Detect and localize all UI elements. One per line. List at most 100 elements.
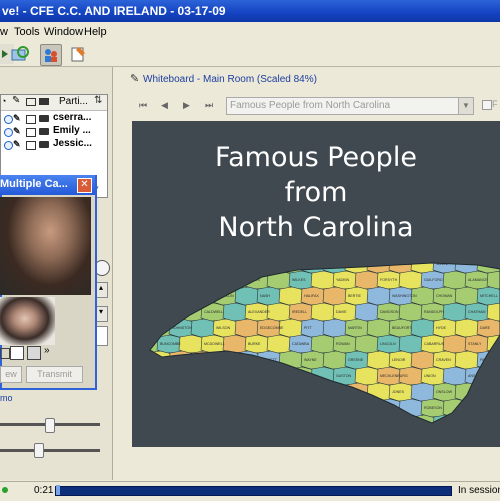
follow-checkbox[interactable] <box>482 100 492 110</box>
county-shape <box>366 286 393 306</box>
chevron-down-icon[interactable]: » <box>44 345 50 356</box>
county-label: CUMBERLAND <box>260 390 286 394</box>
mic-slider-track[interactable] <box>0 449 100 452</box>
pen-icon: ✎ <box>13 126 21 136</box>
county-shape <box>486 366 500 386</box>
county-shape <box>190 286 217 306</box>
playback-slider-thumb[interactable] <box>56 485 60 495</box>
county-shape <box>150 414 151 423</box>
county-shape <box>486 302 500 322</box>
participant-list-header: ◔ ✎ Parti... ⇅ <box>1 95 107 111</box>
county-shape <box>322 350 349 370</box>
county-shape <box>354 334 381 354</box>
county-shape <box>266 366 293 386</box>
mic-slider-thumb[interactable] <box>34 443 44 458</box>
county-shape <box>354 302 381 322</box>
county-label: MECKLENBURG <box>380 374 408 378</box>
county-label: ROWAN <box>336 342 350 346</box>
county-shape <box>266 398 293 418</box>
previous-page-icon[interactable]: ◀ <box>161 100 168 111</box>
county-shape <box>310 270 337 290</box>
share-screen-button[interactable] <box>40 44 62 66</box>
county-label: CABARRUS <box>424 342 445 346</box>
refresh-button[interactable] <box>10 44 30 64</box>
county-label: CARTERET <box>480 390 500 394</box>
county-shape <box>150 334 161 354</box>
camera-column-icon <box>39 98 49 105</box>
county-shape <box>300 263 327 274</box>
county-shape <box>322 263 349 274</box>
video-controls: » <box>0 345 91 361</box>
page-select[interactable]: Famous People from North Carolina ▼ <box>226 97 474 115</box>
video-window-title-bar[interactable]: Multiple Ca... ✕ <box>0 175 95 195</box>
follow-label-fragment: F <box>492 99 498 109</box>
participant-row[interactable]: ✎ Emily ... <box>1 125 91 138</box>
window-title: ve! - CFE C.C. AND IRELAND - 03-17-09 <box>2 4 226 18</box>
participant-name: Emily ... <box>53 125 91 136</box>
notepad-icon <box>71 47 85 62</box>
county-label: WAKE <box>132 326 139 330</box>
playback-progress-bar[interactable] <box>55 485 452 496</box>
participant-row[interactable]: ✎ cserra... <box>1 112 91 125</box>
close-icon[interactable]: ✕ <box>77 178 92 193</box>
county-shape <box>156 398 183 418</box>
next-page-icon[interactable]: ▶ <box>183 100 190 111</box>
self-video-feed <box>0 297 55 345</box>
county-shape <box>310 334 337 354</box>
last-page-icon[interactable]: ⏭ <box>205 100 213 111</box>
participant-row[interactable]: ✎ Jessic... <box>1 138 92 151</box>
menu-tools[interactable]: Tools <box>14 26 40 38</box>
edit-icon[interactable] <box>10 346 24 360</box>
county-label: FORSYTH <box>380 278 398 282</box>
county-shape <box>454 350 481 370</box>
preview-button[interactable]: ew <box>0 366 22 383</box>
county-label: RUTHERFORD <box>248 374 274 378</box>
county-shape <box>322 318 349 338</box>
county-shape <box>200 366 227 386</box>
county-shape <box>322 286 349 306</box>
county-shape <box>234 286 261 306</box>
county-shape <box>212 382 239 402</box>
county-shape <box>156 302 183 322</box>
county-label: CHATHAM <box>468 310 486 314</box>
transmit-button[interactable]: Transmit <box>26 366 83 383</box>
snapshot-icon[interactable] <box>27 346 41 360</box>
volume-slider-thumb[interactable] <box>45 418 55 433</box>
menu-view[interactable]: w <box>0 26 8 38</box>
county-label: ORANGE <box>132 294 144 298</box>
first-page-icon[interactable]: ⏮ <box>139 100 147 111</box>
county-label: CASWELL <box>304 262 321 266</box>
county-shape <box>354 398 381 418</box>
notes-button[interactable] <box>68 44 88 64</box>
status-icon <box>4 141 13 150</box>
menu-help[interactable]: Help <box>84 26 107 38</box>
settings-icon[interactable] <box>0 348 10 359</box>
video-window-title: Multiple Ca... <box>0 178 68 190</box>
county-shape <box>366 350 393 370</box>
county-shape <box>322 414 349 423</box>
county-label: COLUMBUS <box>172 422 193 425</box>
county-shape <box>256 382 283 402</box>
county-shape <box>464 398 491 418</box>
participants-column-header[interactable]: Parti... <box>59 96 88 107</box>
menu-window[interactable]: Window <box>44 26 83 38</box>
whiteboard-access-icon <box>26 141 36 150</box>
county-shape <box>234 414 261 423</box>
county-shape <box>234 350 261 370</box>
county-shape <box>310 398 337 418</box>
page-select-value: Famous People from North Carolina <box>230 100 391 111</box>
chevron-down-icon[interactable]: ▼ <box>458 98 473 114</box>
county-label: BRUNSWICK <box>216 422 239 425</box>
county-shape <box>266 302 293 322</box>
county-shape <box>442 270 469 290</box>
county-shape <box>150 263 173 274</box>
county-label: NEW HANOVER <box>260 422 288 425</box>
whiteboard-title: Whiteboard - Main Room (Scaled 84%) <box>143 74 317 85</box>
county-label: BEAUFORT <box>392 326 412 330</box>
county-label: ONSLOW <box>436 390 453 394</box>
county-shape <box>442 302 469 322</box>
county-shape <box>178 270 205 290</box>
county-label: STOKES <box>480 422 495 425</box>
county-label: MOORE <box>172 358 186 362</box>
sort-icon[interactable]: ⇅ <box>94 95 102 106</box>
